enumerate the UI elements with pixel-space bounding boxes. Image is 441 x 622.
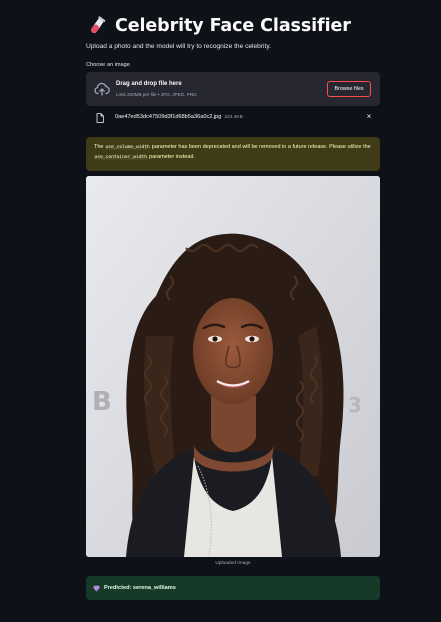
warning-code-1: use_column_width xyxy=(105,145,151,150)
warning-text-3: parameter instead. xyxy=(147,153,195,160)
prediction-result: Predicted: serena_williams xyxy=(86,576,380,600)
prediction-text: Predicted: serena_williams xyxy=(104,585,176,591)
page-subtitle: Upload a photo and the model will try to… xyxy=(86,43,271,50)
image-caption: Uploaded Image xyxy=(215,561,251,566)
portrait-photo: B 3 xyxy=(86,176,380,557)
cloud-upload-icon xyxy=(94,82,110,96)
uploader-label: Choose an image xyxy=(86,62,130,68)
warning-text-1: The xyxy=(94,144,106,150)
page-header: Celebrity Face Classifier xyxy=(86,13,351,39)
gem-icon xyxy=(93,585,100,592)
uploaded-image: B 3 xyxy=(86,176,380,557)
file-name-text: 0ae47ed53dc47509d3f1d68b5a36a0c2.jpg xyxy=(115,114,222,120)
svg-text:B: B xyxy=(92,387,112,417)
browse-files-button[interactable]: Browse files xyxy=(327,81,371,97)
dropzone-limits: Limit 200MB per file • JPG, JPEG, PNG xyxy=(116,91,197,97)
warning-code-2: use_container_width xyxy=(94,154,148,160)
dropzone-instructions: Drag and drop file here xyxy=(116,81,182,87)
svg-text:3: 3 xyxy=(348,393,362,417)
page-title: Celebrity Face Classifier xyxy=(115,16,351,36)
file-size: 223.4KB xyxy=(224,115,243,120)
file-name: 0ae47ed53dc47509d3f1d68b5a36a0c2.jpg 223.… xyxy=(115,114,243,120)
remove-file-icon[interactable]: × xyxy=(365,113,373,121)
deprecation-warning: The use_column_width parameter has been … xyxy=(86,137,380,171)
test-tube-icon xyxy=(91,16,106,34)
file-dropzone[interactable]: Drag and drop file here Limit 200MB per … xyxy=(86,72,380,106)
warning-text-2: parameter has been deprecated and will b… xyxy=(150,144,371,150)
uploaded-file-row: 0ae47ed53dc47509d3f1d68b5a36a0c2.jpg 223.… xyxy=(86,110,380,126)
file-icon xyxy=(96,113,104,123)
